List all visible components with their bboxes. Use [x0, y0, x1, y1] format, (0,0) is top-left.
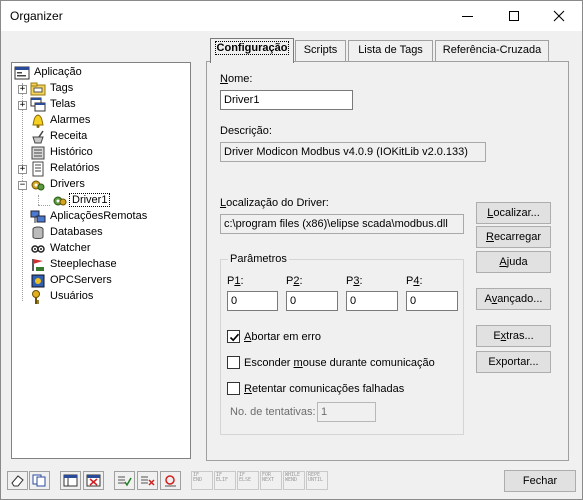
- esconder-mouse-checkbox[interactable]: [227, 356, 240, 369]
- toolbar-if-end-button[interactable]: IF END: [191, 471, 213, 490]
- maximize-icon: [509, 11, 519, 21]
- minimize-button[interactable]: [445, 1, 491, 31]
- tree-connector: [38, 195, 39, 205]
- localizar-button[interactable]: Localizar...: [476, 202, 551, 224]
- eraser-icon: [11, 475, 24, 487]
- tree-connector: [22, 83, 23, 301]
- localizacao-label: Localização do Driver:: [220, 197, 329, 209]
- table-icon: [63, 474, 78, 487]
- title-bar: Organizer: [1, 1, 582, 31]
- tab-referencia-cruzada[interactable]: Referência-Cruzada: [435, 40, 549, 61]
- descricao-label: Descrição:: [220, 125, 272, 137]
- p4-label: P4:: [406, 275, 423, 287]
- alarm-bell-icon: [30, 113, 46, 129]
- retentar-label[interactable]: Retentar comunicações falhadas: [244, 383, 404, 395]
- localizar-button-rest: ocalizar...: [493, 207, 540, 219]
- tentativas-label: No. de tentativas:: [230, 406, 316, 418]
- toolbar-check-button[interactable]: [114, 471, 135, 490]
- tree-expand-relatorios[interactable]: +: [18, 165, 27, 174]
- toolbar-list-delete-button[interactable]: [137, 471, 158, 490]
- tab-configuracao[interactable]: Configuração: [210, 38, 294, 63]
- maximize-button[interactable]: [491, 1, 537, 31]
- reports-icon: [30, 161, 46, 177]
- tab-scripts[interactable]: Scripts: [295, 40, 346, 61]
- driver-icon: [52, 193, 68, 209]
- toolbar-table-button[interactable]: [60, 471, 81, 490]
- tree-expand-telas[interactable]: +: [18, 101, 27, 110]
- toolbar-while-wend-button[interactable]: WHILE WEND: [283, 471, 305, 490]
- remote-apps-icon: [30, 209, 46, 225]
- steeplechase-icon: [30, 257, 46, 273]
- minimize-icon: [462, 16, 473, 17]
- retentar-checkbox[interactable]: [227, 382, 240, 395]
- p2-input[interactable]: 0: [286, 291, 338, 311]
- abortar-label-rest: bortar em erro: [251, 331, 322, 343]
- recipe-icon: [30, 129, 46, 145]
- check-variables-icon: [118, 476, 132, 487]
- ajuda-button[interactable]: Ajuda: [476, 251, 551, 273]
- avancado-button-pre: A: [484, 293, 492, 305]
- descricao-field[interactable]: Driver Modicon Modbus v4.0.9 (IOKitLib v…: [220, 142, 486, 162]
- nome-label-rest: ome:: [227, 73, 253, 85]
- p1-label: P1:: [227, 275, 244, 287]
- close-icon: [553, 10, 565, 22]
- tree-collapse-drivers[interactable]: −: [18, 181, 27, 190]
- copy-pages-icon: [32, 474, 46, 487]
- abortar-checkbox[interactable]: [227, 330, 240, 343]
- p1-input[interactable]: 0: [227, 291, 278, 311]
- list-delete-icon: [141, 476, 155, 486]
- users-key-icon: [30, 289, 46, 305]
- toolbar-find-button[interactable]: [160, 471, 181, 490]
- drivers-icon: [30, 177, 46, 193]
- p4-input[interactable]: 0: [406, 291, 458, 311]
- tentativas-input[interactable]: 1: [317, 402, 376, 422]
- parametros-title: Parâmetros: [228, 253, 289, 265]
- p2-label: P2:: [286, 275, 303, 287]
- avancado-button-rest: ançado...: [497, 293, 543, 305]
- esconder-mouse-label[interactable]: Esconder mouse durante comunicação: [244, 357, 435, 369]
- extras-button-pre: E: [493, 330, 501, 342]
- exportar-button[interactable]: Exportar...: [476, 351, 551, 373]
- avancado-button[interactable]: Avançado...: [476, 288, 551, 310]
- tab-lista-de-tags[interactable]: Lista de Tags: [348, 40, 433, 61]
- close-button[interactable]: [536, 1, 582, 31]
- nome-input[interactable]: Driver1: [220, 90, 353, 110]
- nome-label: Nome:: [220, 73, 253, 85]
- history-icon: [30, 145, 46, 161]
- delete-table-icon: [86, 474, 101, 487]
- toolbar-if-else-button[interactable]: IF ELSE: [237, 471, 259, 490]
- extras-button-rest: tras...: [506, 330, 534, 342]
- retentar-label-rest: etentar comunicações falhadas: [251, 383, 405, 395]
- tree-expand-tags[interactable]: +: [18, 85, 27, 94]
- application-icon: [14, 65, 30, 81]
- window-title: Organizer: [10, 9, 63, 23]
- find-tag-icon: [165, 475, 176, 487]
- tree-connector: [38, 205, 50, 206]
- localizacao-field[interactable]: c:\program files (x86)\elipse scada\modb…: [220, 214, 464, 234]
- toolbar-delete-table-button[interactable]: [83, 471, 104, 490]
- toolbar-copy-button[interactable]: [29, 471, 50, 490]
- organizer-window: Organizer Aplicação + Tags + Telas Alarm…: [0, 0, 583, 500]
- fechar-button[interactable]: Fechar: [504, 470, 576, 492]
- localizacao-label-rest: ocalização do Driver:: [226, 197, 329, 209]
- recarregar-button-rest: ecarregar: [493, 231, 542, 243]
- watcher-icon: [30, 241, 46, 257]
- ajuda-button-rest: juda: [506, 256, 528, 268]
- toolbar-if-elif-button[interactable]: IF ELIF: [214, 471, 236, 490]
- database-icon: [30, 225, 46, 241]
- checkmark-icon: [229, 333, 240, 342]
- abortar-label[interactable]: Abortar em erro: [244, 331, 321, 343]
- screens-icon: [30, 97, 46, 113]
- recarregar-button[interactable]: Recarregar: [476, 226, 551, 248]
- p3-input[interactable]: 0: [346, 291, 398, 311]
- extras-button[interactable]: Extras...: [476, 325, 551, 347]
- p3-label: P3:: [346, 275, 363, 287]
- tags-folder-icon: [30, 81, 46, 97]
- toolbar-for-next-button[interactable]: FOR NEXT: [260, 471, 282, 490]
- toolbar-erase-button[interactable]: [7, 471, 28, 490]
- toolbar-repeat-until-button[interactable]: REPE UNTIL: [306, 471, 328, 490]
- project-tree[interactable]: Aplicação + Tags + Telas Alarmes Receita…: [11, 62, 191, 459]
- opc-server-icon: [30, 273, 46, 289]
